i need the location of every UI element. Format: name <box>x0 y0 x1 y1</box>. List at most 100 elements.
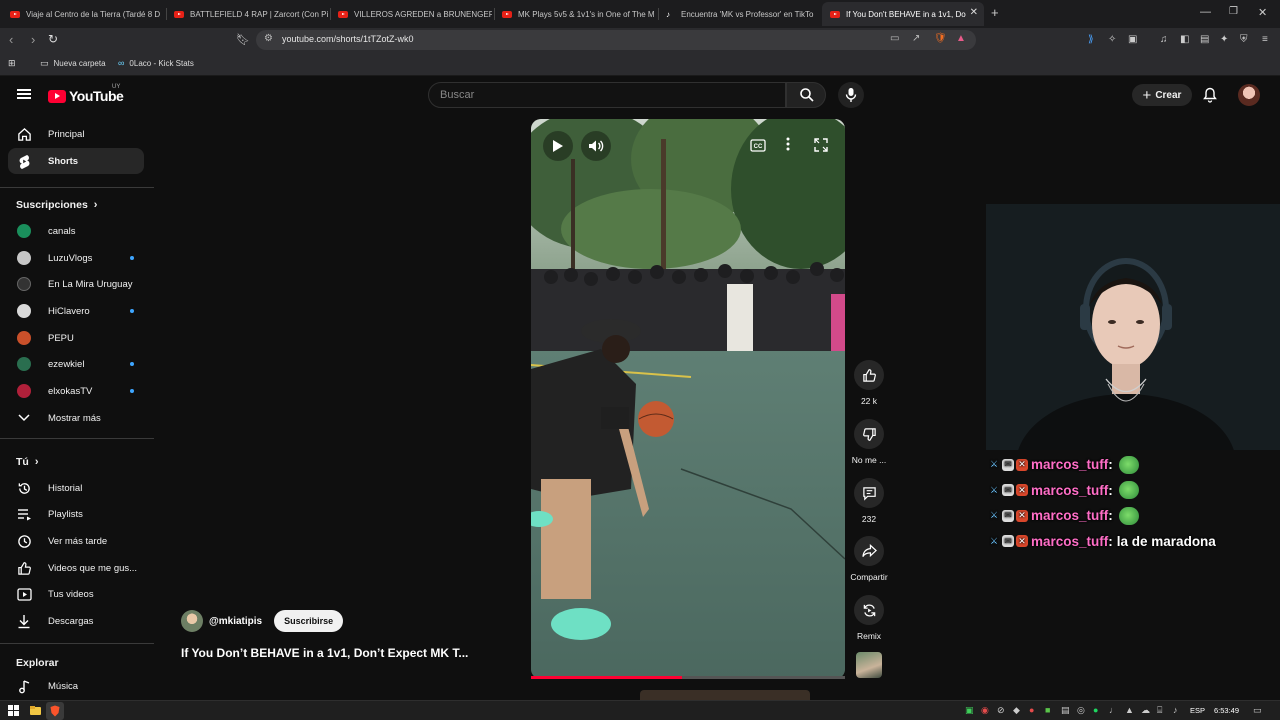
speaker-icon[interactable]: ♪ <box>1173 705 1184 716</box>
volume-button[interactable] <box>581 131 611 161</box>
notifications-icon[interactable]: ▭ <box>1253 705 1264 716</box>
search-button[interactable] <box>786 82 826 108</box>
bookmark-icon[interactable]: 🔖︎ <box>236 33 250 46</box>
tray-record-icon[interactable]: ● <box>1029 705 1040 716</box>
sidebar-item-shorts[interactable]: Shorts <box>8 148 144 174</box>
subscription-item[interactable]: PEPU <box>8 325 144 351</box>
notifications-bell-icon[interactable] <box>1203 87 1217 103</box>
dislike-button[interactable]: No me ... <box>848 419 890 465</box>
subscription-item[interactable]: LuzuVlogs <box>8 245 144 271</box>
sidebar-item-watch-later[interactable]: Ver más tarde <box>8 528 144 554</box>
leo-ai-icon[interactable]: ✦ <box>1220 34 1228 45</box>
screenshot-icon[interactable]: ▣ <box>1128 34 1137 45</box>
channel-avatar[interactable] <box>181 610 203 632</box>
more-options-button[interactable] <box>786 137 790 154</box>
browser-tab-active[interactable]: If You Don't BEHAVE in a 1v1, Do ✕ <box>822 2 984 26</box>
tray-app-icon[interactable]: ◆ <box>1013 705 1024 716</box>
wallet-icon[interactable]: ▤ <box>1200 34 1209 45</box>
tray-app-icon[interactable]: ◉ <box>981 705 992 716</box>
comments-button[interactable]: 232 <box>848 478 890 524</box>
sidebar-item-music[interactable]: Música <box>8 673 144 699</box>
sidebar-item-downloads[interactable]: Descargas <box>8 608 144 634</box>
browser-tab[interactable]: VILLEROS AGREDEN a BRUNENGER y <box>330 2 492 26</box>
close-window-button[interactable]: ✕ <box>1258 6 1267 19</box>
next-short-preview[interactable] <box>640 690 810 700</box>
bookmark-link[interactable]: ∞ 0Laco - Kick Stats <box>118 58 194 68</box>
windows-start-icon[interactable] <box>8 705 19 716</box>
subscribe-button[interactable]: Suscribirse <box>274 610 344 632</box>
search-input[interactable]: Buscar <box>428 82 786 108</box>
cast-icon[interactable]: ▭ <box>890 33 899 44</box>
brave-shield-icon[interactable]: 🛡︎ <box>934 33 947 44</box>
restore-button[interactable]: ❐ <box>1229 6 1238 17</box>
forward-button[interactable]: › <box>31 32 35 47</box>
short-title[interactable]: If You Don’t BEHAVE in a 1v1, Don’t Expe… <box>181 646 468 660</box>
back-button[interactable]: ‹ <box>9 32 13 47</box>
channel-name[interactable]: @mkiatipis <box>209 616 262 627</box>
tray-nvidia-icon[interactable]: ▣ <box>965 705 976 716</box>
clock-time[interactable]: 6:53:49 <box>1214 706 1239 715</box>
youtube-logo[interactable]: YouTube UY <box>48 84 124 104</box>
chat-username[interactable]: marcos_tuff <box>1031 534 1108 549</box>
chat-username[interactable]: marcos_tuff <box>1031 508 1108 523</box>
brave-rewards-icon[interactable]: ▲ <box>956 33 966 44</box>
hamburger-menu-icon[interactable] <box>17 89 31 99</box>
tray-kick-icon[interactable]: ■ <box>1045 705 1056 716</box>
tray-app-icon[interactable]: ⊘ <box>997 705 1008 716</box>
subscription-item[interactable]: elxokasTV <box>8 378 144 404</box>
site-info-icon[interactable]: ⚙︎ <box>264 33 273 44</box>
tray-spotify-icon[interactable]: ● <box>1093 705 1104 716</box>
browser-tab[interactable]: BATTLEFIELD 4 RAP | Zarcort (Con Pi <box>166 2 328 26</box>
tray-mic-icon[interactable]: ♩ <box>1109 705 1120 716</box>
new-tab-button[interactable]: + <box>991 5 999 20</box>
translate-icon[interactable]: ⟫ <box>1088 34 1094 45</box>
sidebar-item-historial[interactable]: Historial <box>8 475 144 501</box>
you-heading[interactable]: Tú › <box>16 456 39 468</box>
sidebar-item-liked-videos[interactable]: Videos que me gus... <box>8 555 144 581</box>
apps-grid-icon[interactable]: ⊞ <box>8 58 16 69</box>
fullscreen-button[interactable] <box>814 138 828 155</box>
browser-tab[interactable]: ♪ Encuentra 'MK vs Professor' en TikTo <box>658 2 820 26</box>
voice-search-button[interactable] <box>838 82 864 108</box>
subscription-item[interactable]: ezewkiel <box>8 351 144 377</box>
browser-tab[interactable]: MK Plays 5v5 & 1v1's in One of The M <box>494 2 656 26</box>
share-page-icon[interactable]: ↗ <box>912 33 920 44</box>
tray-app-icon[interactable]: ▤ <box>1061 705 1072 716</box>
browser-tab[interactable]: Viaje al Centro de la Tierra (Tardé 8 D <box>2 2 164 26</box>
close-tab-icon[interactable]: ✕ <box>970 7 978 18</box>
chat-username[interactable]: marcos_tuff <box>1031 457 1108 472</box>
account-avatar[interactable] <box>1238 84 1260 106</box>
extensions-icon[interactable]: ✧ <box>1108 34 1116 45</box>
reload-button[interactable]: ↻ <box>48 32 58 46</box>
tray-app-icon[interactable]: ◎ <box>1077 705 1088 716</box>
subscription-item[interactable]: canals <box>8 218 144 244</box>
captions-button[interactable]: CC <box>750 139 766 155</box>
minimize-button[interactable]: — <box>1200 6 1211 18</box>
file-explorer-icon[interactable] <box>30 705 41 716</box>
vpn-icon[interactable]: ⛨ <box>1240 34 1248 45</box>
sidebar-item-your-videos[interactable]: Tus videos <box>8 581 144 607</box>
subscriptions-heading[interactable]: Suscripciones › <box>16 199 97 211</box>
original-audio-thumbnail[interactable] <box>856 652 882 678</box>
like-button[interactable]: 22 k <box>848 360 890 406</box>
media-icon[interactable]: ♫ <box>1160 34 1168 45</box>
create-button[interactable]: + Crear <box>1132 84 1192 106</box>
show-more-button[interactable]: Mostrar más <box>8 405 144 431</box>
tray-app-icon[interactable]: ▲ <box>1125 705 1136 716</box>
tray-app-icon[interactable]: ☁︎ <box>1141 705 1152 716</box>
sidebar-item-principal[interactable]: Principal <box>8 121 144 147</box>
subscription-item[interactable]: En La Mira Uruguay <box>8 271 144 297</box>
share-button[interactable]: Compartir <box>848 536 890 582</box>
address-bar[interactable]: ⚙︎ youtube.com/shorts/1tTZotZ-wk0 ▭ ↗ 🛡︎… <box>256 30 976 50</box>
sidebar-item-playlists[interactable]: Playlists <box>8 501 144 527</box>
chat-username[interactable]: marcos_tuff <box>1031 483 1108 498</box>
subscription-item[interactable]: HiClavero <box>8 298 144 324</box>
input-language[interactable]: ESP <box>1190 706 1205 715</box>
brave-taskbar-button[interactable] <box>46 702 64 720</box>
network-icon[interactable]: ⌸ <box>1157 705 1168 716</box>
short-video-player[interactable]: CC <box>531 119 845 679</box>
remix-button[interactable]: Remix <box>848 595 890 641</box>
menu-icon[interactable]: ≡ <box>1262 34 1268 45</box>
bookmark-folder[interactable]: ▭ Nueva carpeta <box>40 58 106 69</box>
play-button[interactable] <box>543 131 573 161</box>
